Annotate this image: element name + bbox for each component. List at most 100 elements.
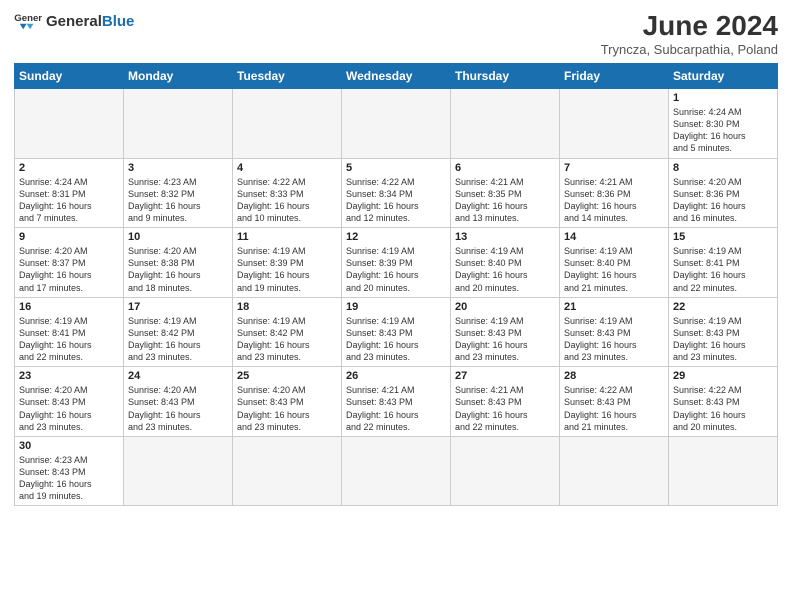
day-number: 24 xyxy=(128,370,228,382)
day-number: 11 xyxy=(237,231,337,243)
day-number: 10 xyxy=(128,231,228,243)
calendar-cell xyxy=(15,89,124,159)
calendar-cell: 8Sunrise: 4:20 AM Sunset: 8:36 PM Daylig… xyxy=(669,158,778,228)
day-info: Sunrise: 4:23 AM Sunset: 8:43 PM Dayligh… xyxy=(19,454,119,503)
day-number: 19 xyxy=(346,301,446,313)
weekday-header-sunday: Sunday xyxy=(15,64,124,89)
calendar-cell xyxy=(669,436,778,506)
day-info: Sunrise: 4:21 AM Sunset: 8:43 PM Dayligh… xyxy=(455,384,555,433)
calendar-cell: 4Sunrise: 4:22 AM Sunset: 8:33 PM Daylig… xyxy=(233,158,342,228)
calendar-cell: 13 Sunrise: 4:19 AM Sunset: 8:40 PM Dayli… xyxy=(451,228,560,298)
logo-text: GeneralBlue xyxy=(46,14,134,29)
weekday-header-wednesday: Wednesday xyxy=(342,64,451,89)
day-number: 25 xyxy=(237,370,337,382)
calendar-cell: 10 Sunrise: 4:20 AM Sunset: 8:38 PM Dayli… xyxy=(124,228,233,298)
day-number: 29 xyxy=(673,370,773,382)
calendar-cell: 17 Sunrise: 4:19 AM Sunset: 8:42 PM Dayli… xyxy=(124,297,233,367)
day-number: 20 xyxy=(455,301,555,313)
day-number: 16 xyxy=(19,301,119,313)
calendar-cell: 28Sunrise: 4:22 AM Sunset: 8:43 PM Dayli… xyxy=(560,367,669,437)
calendar-cell xyxy=(560,89,669,159)
day-info: Sunrise: 4:21 AM Sunset: 8:35 PM Dayligh… xyxy=(455,176,555,225)
calendar-cell xyxy=(342,436,451,506)
header: General GeneralBlue June 2024 Tryncza, S… xyxy=(14,10,778,57)
day-number: 22 xyxy=(673,301,773,313)
month-title: June 2024 xyxy=(601,10,778,42)
calendar-week-5: 23 Sunrise: 4:20 AM Sunset: 8:43 PM Dayli… xyxy=(15,367,778,437)
calendar-cell: 21 Sunrise: 4:19 AM Sunset: 8:43 PM Dayli… xyxy=(560,297,669,367)
day-number: 23 xyxy=(19,370,119,382)
day-number: 13 xyxy=(455,231,555,243)
calendar-cell: 14Sunrise: 4:19 AM Sunset: 8:40 PM Dayli… xyxy=(560,228,669,298)
calendar-cell xyxy=(451,89,560,159)
calendar-cell: 3Sunrise: 4:23 AM Sunset: 8:32 PM Daylig… xyxy=(124,158,233,228)
calendar-cell: 5Sunrise: 4:22 AM Sunset: 8:34 PM Daylig… xyxy=(342,158,451,228)
calendar-cell xyxy=(451,436,560,506)
day-info: Sunrise: 4:19 AM Sunset: 8:40 PM Dayligh… xyxy=(564,245,664,294)
calendar-cell: 29 Sunrise: 4:22 AM Sunset: 8:43 PM Dayli… xyxy=(669,367,778,437)
subtitle: Tryncza, Subcarpathia, Poland xyxy=(601,42,778,57)
day-number: 6 xyxy=(455,162,555,174)
day-info: Sunrise: 4:19 AM Sunset: 8:41 PM Dayligh… xyxy=(19,315,119,364)
calendar-cell: 30Sunrise: 4:23 AM Sunset: 8:43 PM Dayli… xyxy=(15,436,124,506)
calendar-cell: 26 Sunrise: 4:21 AM Sunset: 8:43 PM Dayli… xyxy=(342,367,451,437)
calendar-cell: 24 Sunrise: 4:20 AM Sunset: 8:43 PM Dayli… xyxy=(124,367,233,437)
day-number: 7 xyxy=(564,162,664,174)
calendar-cell: 27 Sunrise: 4:21 AM Sunset: 8:43 PM Dayli… xyxy=(451,367,560,437)
day-number: 27 xyxy=(455,370,555,382)
calendar-week-4: 16 Sunrise: 4:19 AM Sunset: 8:41 PM Dayli… xyxy=(15,297,778,367)
calendar-table: SundayMondayTuesdayWednesdayThursdayFrid… xyxy=(14,63,778,506)
calendar-cell: 19 Sunrise: 4:19 AM Sunset: 8:43 PM Dayli… xyxy=(342,297,451,367)
page: General GeneralBlue June 2024 Tryncza, S… xyxy=(0,0,792,514)
calendar-cell: 7Sunrise: 4:21 AM Sunset: 8:36 PM Daylig… xyxy=(560,158,669,228)
day-info: Sunrise: 4:20 AM Sunset: 8:43 PM Dayligh… xyxy=(128,384,228,433)
weekday-header-friday: Friday xyxy=(560,64,669,89)
day-info: Sunrise: 4:24 AM Sunset: 8:30 PM Dayligh… xyxy=(673,106,773,155)
day-number: 26 xyxy=(346,370,446,382)
weekday-header-row: SundayMondayTuesdayWednesdayThursdayFrid… xyxy=(15,64,778,89)
calendar-week-6: 30Sunrise: 4:23 AM Sunset: 8:43 PM Dayli… xyxy=(15,436,778,506)
calendar-cell: 9Sunrise: 4:20 AM Sunset: 8:37 PM Daylig… xyxy=(15,228,124,298)
day-info: Sunrise: 4:19 AM Sunset: 8:43 PM Dayligh… xyxy=(564,315,664,364)
day-info: Sunrise: 4:19 AM Sunset: 8:39 PM Dayligh… xyxy=(237,245,337,294)
day-info: Sunrise: 4:21 AM Sunset: 8:43 PM Dayligh… xyxy=(346,384,446,433)
calendar-cell: 11 Sunrise: 4:19 AM Sunset: 8:39 PM Dayli… xyxy=(233,228,342,298)
day-info: Sunrise: 4:19 AM Sunset: 8:39 PM Dayligh… xyxy=(346,245,446,294)
day-number: 21 xyxy=(564,301,664,313)
calendar-cell: 15Sunrise: 4:19 AM Sunset: 8:41 PM Dayli… xyxy=(669,228,778,298)
day-info: Sunrise: 4:19 AM Sunset: 8:40 PM Dayligh… xyxy=(455,245,555,294)
day-number: 2 xyxy=(19,162,119,174)
day-info: Sunrise: 4:20 AM Sunset: 8:43 PM Dayligh… xyxy=(237,384,337,433)
day-info: Sunrise: 4:22 AM Sunset: 8:43 PM Dayligh… xyxy=(673,384,773,433)
day-number: 1 xyxy=(673,92,773,104)
day-info: Sunrise: 4:20 AM Sunset: 8:43 PM Dayligh… xyxy=(19,384,119,433)
day-info: Sunrise: 4:19 AM Sunset: 8:42 PM Dayligh… xyxy=(128,315,228,364)
weekday-header-monday: Monday xyxy=(124,64,233,89)
svg-text:General: General xyxy=(14,13,42,24)
calendar-cell: 23 Sunrise: 4:20 AM Sunset: 8:43 PM Dayli… xyxy=(15,367,124,437)
day-info: Sunrise: 4:19 AM Sunset: 8:43 PM Dayligh… xyxy=(346,315,446,364)
day-info: Sunrise: 4:20 AM Sunset: 8:38 PM Dayligh… xyxy=(128,245,228,294)
day-number: 12 xyxy=(346,231,446,243)
day-number: 5 xyxy=(346,162,446,174)
day-info: Sunrise: 4:19 AM Sunset: 8:42 PM Dayligh… xyxy=(237,315,337,364)
calendar-cell xyxy=(124,89,233,159)
calendar-cell: 1 Sunrise: 4:24 AM Sunset: 8:30 PM Daylig… xyxy=(669,89,778,159)
day-info: Sunrise: 4:19 AM Sunset: 8:41 PM Dayligh… xyxy=(673,245,773,294)
day-info: Sunrise: 4:19 AM Sunset: 8:43 PM Dayligh… xyxy=(455,315,555,364)
calendar-cell: 6 Sunrise: 4:21 AM Sunset: 8:35 PM Daylig… xyxy=(451,158,560,228)
title-area: June 2024 Tryncza, Subcarpathia, Poland xyxy=(601,10,778,57)
calendar-week-3: 9Sunrise: 4:20 AM Sunset: 8:37 PM Daylig… xyxy=(15,228,778,298)
calendar-cell xyxy=(342,89,451,159)
day-info: Sunrise: 4:22 AM Sunset: 8:43 PM Dayligh… xyxy=(564,384,664,433)
calendar-cell xyxy=(124,436,233,506)
calendar-week-2: 2 Sunrise: 4:24 AM Sunset: 8:31 PM Daylig… xyxy=(15,158,778,228)
calendar-cell: 20 Sunrise: 4:19 AM Sunset: 8:43 PM Dayli… xyxy=(451,297,560,367)
calendar-cell: 16 Sunrise: 4:19 AM Sunset: 8:41 PM Dayli… xyxy=(15,297,124,367)
weekday-header-thursday: Thursday xyxy=(451,64,560,89)
weekday-header-saturday: Saturday xyxy=(669,64,778,89)
day-number: 17 xyxy=(128,301,228,313)
calendar-cell: 22Sunrise: 4:19 AM Sunset: 8:43 PM Dayli… xyxy=(669,297,778,367)
day-info: Sunrise: 4:24 AM Sunset: 8:31 PM Dayligh… xyxy=(19,176,119,225)
calendar-cell: 2 Sunrise: 4:24 AM Sunset: 8:31 PM Daylig… xyxy=(15,158,124,228)
